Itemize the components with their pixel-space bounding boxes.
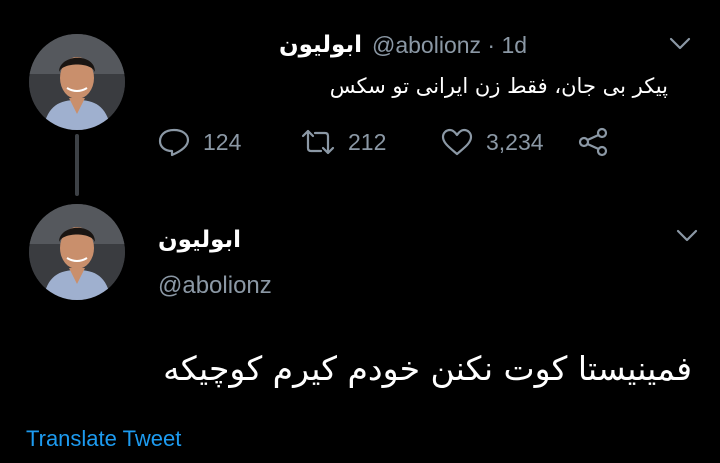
avatar-photo bbox=[29, 34, 125, 130]
handle[interactable]: @abolionz bbox=[372, 32, 481, 58]
timestamp[interactable]: 1d bbox=[501, 32, 527, 58]
display-name[interactable]: ابولیون bbox=[158, 224, 241, 256]
heart-icon bbox=[441, 128, 473, 156]
reply-icon bbox=[158, 128, 190, 157]
share-button[interactable] bbox=[576, 126, 622, 158]
reply-count: 124 bbox=[203, 128, 242, 155]
tweet-text: فمینیستا کوت نکنن خودم کیرم کوچیکه bbox=[163, 349, 692, 388]
retweet-icon bbox=[301, 129, 335, 155]
tweet-meta: @abolionz · 1d bbox=[372, 28, 527, 62]
avatar[interactable] bbox=[29, 204, 125, 300]
share-icon bbox=[578, 127, 608, 157]
chevron-down-icon[interactable] bbox=[676, 229, 698, 243]
chevron-down-icon[interactable] bbox=[669, 37, 691, 51]
display-name[interactable]: ابولیون bbox=[279, 29, 362, 61]
like-count: 3,234 bbox=[486, 128, 544, 155]
retweet-count: 212 bbox=[348, 128, 387, 155]
reply-button[interactable]: 124 bbox=[157, 126, 241, 158]
retweet-button[interactable]: 212 bbox=[300, 126, 386, 158]
meta-separator: · bbox=[487, 32, 496, 58]
thread-connector bbox=[75, 134, 79, 196]
translate-tweet-link[interactable]: Translate Tweet bbox=[26, 424, 181, 454]
like-button[interactable]: 3,234 bbox=[440, 126, 544, 158]
tweet-text: پیکر بی جان، فقط زن ایرانی تو سکس bbox=[329, 74, 668, 98]
avatar-photo bbox=[29, 204, 125, 300]
handle[interactable]: @abolionz bbox=[158, 269, 272, 303]
avatar[interactable] bbox=[29, 34, 125, 130]
